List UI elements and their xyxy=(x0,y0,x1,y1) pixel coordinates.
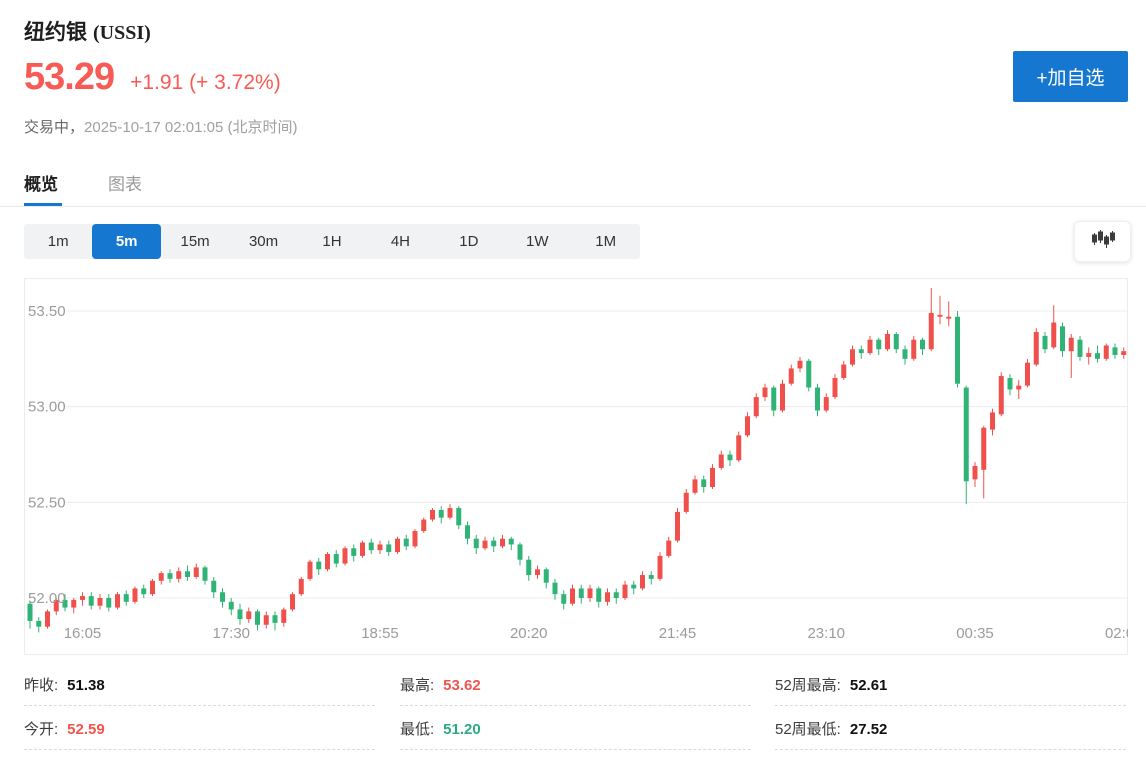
price-row: 53.29 +1.91 (+ 3.72%) xyxy=(24,56,281,99)
timeframe-bar: 1m5m15m30m1H4H1D1W1M xyxy=(24,224,640,259)
stat-divider xyxy=(400,705,751,706)
timeframe-1M[interactable]: 1M xyxy=(572,225,640,258)
timezone-label: (北京时间) xyxy=(227,119,297,136)
timeframe-30m[interactable]: 30m xyxy=(229,225,297,258)
stat-divider xyxy=(400,749,751,750)
page-title: 纽约银 (USSI) xyxy=(24,16,151,46)
stat-52w-low: 52周最低:27.52 xyxy=(775,718,887,739)
timeframe-1m[interactable]: 1m xyxy=(24,225,92,258)
trading-status-row: 交易中，2025-10-17 02:01:05 (北京时间) xyxy=(24,116,297,137)
instrument-symbol: (USSI) xyxy=(93,22,151,44)
timeframe-15m[interactable]: 15m xyxy=(161,225,229,258)
stat-divider xyxy=(24,749,375,750)
svg-text:53.50: 53.50 xyxy=(28,303,66,320)
price-change: +1.91 (+ 3.72%) xyxy=(130,71,281,95)
instrument-name: 纽约银 xyxy=(24,21,87,44)
timeframe-1W[interactable]: 1W xyxy=(503,225,571,258)
add-watchlist-button[interactable]: +加自选 xyxy=(1013,51,1128,102)
svg-text:52.50: 52.50 xyxy=(28,494,66,511)
tab-overview[interactable]: 概览 xyxy=(24,170,58,195)
tab-chart[interactable]: 图表 xyxy=(108,170,142,195)
active-tab-underline xyxy=(24,203,62,206)
svg-text:02:00: 02:00 xyxy=(1105,625,1128,642)
svg-text:20:20: 20:20 xyxy=(510,625,548,642)
stat-prev-close: 昨收:51.38 xyxy=(24,674,105,695)
svg-text:23:10: 23:10 xyxy=(807,625,845,642)
trading-status: 交易中， xyxy=(24,119,84,136)
chart-type-button[interactable] xyxy=(1074,221,1131,262)
stat-low: 最低:51.20 xyxy=(400,718,481,739)
stat-divider xyxy=(775,705,1126,706)
stat-open: 今开:52.59 xyxy=(24,718,105,739)
svg-text:52.00: 52.00 xyxy=(28,590,66,607)
svg-text:17:30: 17:30 xyxy=(212,625,250,642)
tab-divider xyxy=(0,206,1146,207)
timeframe-4H[interactable]: 4H xyxy=(366,225,434,258)
svg-text:18:55: 18:55 xyxy=(361,625,399,642)
svg-text:53.00: 53.00 xyxy=(28,399,66,416)
stat-52w-high: 52周最高:52.61 xyxy=(775,674,887,695)
stat-high: 最高:53.62 xyxy=(400,674,481,695)
svg-text:21:45: 21:45 xyxy=(659,625,697,642)
timeframe-5m[interactable]: 5m xyxy=(92,224,160,259)
candlestick-icon xyxy=(1091,229,1115,254)
stat-divider xyxy=(775,749,1126,750)
quote-timestamp: 2025-10-17 02:01:05 xyxy=(84,119,223,136)
last-price: 53.29 xyxy=(24,56,114,99)
stat-divider xyxy=(24,705,375,706)
svg-text:00:35: 00:35 xyxy=(956,625,994,642)
timeframe-1H[interactable]: 1H xyxy=(298,225,366,258)
quote-page: 纽约银 (USSI) 53.29 +1.91 (+ 3.72%) 交易中，2025… xyxy=(0,0,1146,767)
candlestick-chart[interactable]: 53.50 53.00 52.50 52.00 16:05 17:30 18:55 20:20… xyxy=(24,278,1128,655)
svg-text:16:05: 16:05 xyxy=(64,625,102,642)
timeframe-1D[interactable]: 1D xyxy=(435,225,503,258)
